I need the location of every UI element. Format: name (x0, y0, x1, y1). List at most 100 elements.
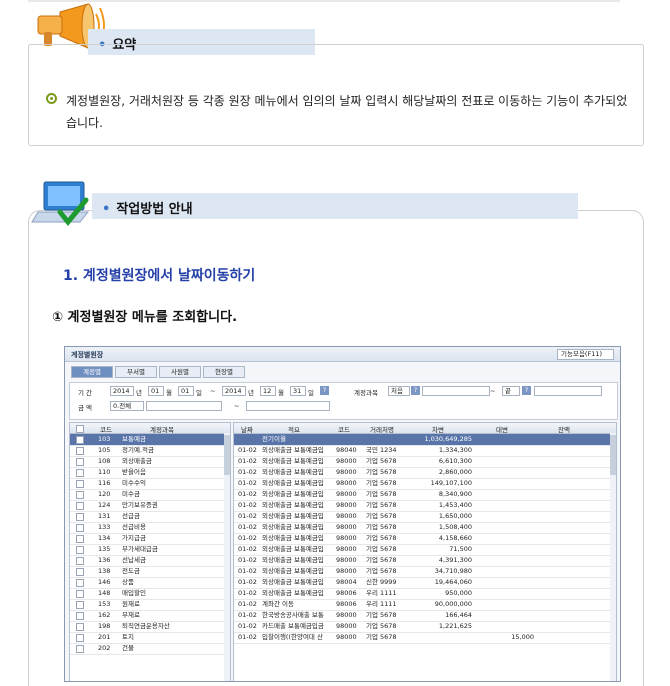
from-day-input[interactable]: 01 (178, 386, 194, 396)
year-unit: 년 (136, 389, 142, 397)
entry-partner: 우리 1111 (366, 589, 397, 597)
ledger-window: 계정별원장 기능모음(F11) 계정별 부서별 사원별 현장별 기 간 2014… (64, 346, 621, 682)
account-code: 120 (98, 490, 111, 498)
entry-partner: 기업 5678 (366, 611, 397, 619)
row-checkbox[interactable] (76, 557, 84, 565)
entry-partner: 기업 5678 (366, 523, 397, 531)
account-code: 148 (98, 589, 111, 597)
ledger-grid: 날짜 적요 코드 거래처명 차변 대변 잔액 전기이월 1,030,649,285… (233, 422, 617, 681)
account-to-input[interactable]: 끝 (502, 386, 520, 396)
entry-memo: 외상매출금 보통예금입 (262, 567, 324, 575)
row-checkbox[interactable] (76, 579, 84, 587)
row-checkbox[interactable] (76, 491, 84, 499)
row-checkbox[interactable] (76, 436, 84, 444)
account-name: 부재료 (122, 611, 140, 619)
row-checkbox[interactable] (76, 568, 84, 576)
account-to-help-icon[interactable]: ? (522, 386, 531, 395)
entry-code: 98004 (336, 578, 357, 586)
entry-memo: 외상매출금 보통예금입 (262, 545, 324, 553)
ledger-grid-scrollbar[interactable] (610, 433, 616, 681)
entry-memo: 입찰이행((한양여대 산 (262, 633, 323, 641)
tab-employee[interactable]: 사원별 (159, 366, 201, 378)
step-heading: 1. 계정별원장에서 날짜이동하기 (63, 268, 256, 284)
entry-debit: 4,158,660 (438, 534, 472, 542)
row-checkbox[interactable] (76, 590, 84, 598)
tab-site[interactable]: 현장별 (203, 366, 245, 378)
entry-partner: 기업 5678 (366, 633, 397, 641)
entry-code: 98000 (336, 501, 357, 509)
account-from-input[interactable]: 처음 (388, 386, 410, 396)
row-checkbox[interactable] (76, 601, 84, 609)
tab-department[interactable]: 부서별 (115, 366, 157, 378)
ledger-grid-header: 날짜 적요 코드 거래처명 차변 대변 잔액 (234, 423, 616, 434)
account-name: 선급금 (122, 512, 140, 520)
account-code: 202 (98, 644, 111, 652)
account-name: 가지급금 (122, 534, 146, 542)
header-account: 계정과목 (150, 426, 174, 434)
entry-debit: 4,391,300 (438, 556, 472, 564)
entry-debit: 6,610,300 (438, 457, 472, 465)
account-code: 198 (98, 622, 111, 630)
entry-debit: 2,860,000 (438, 468, 472, 476)
row-checkbox[interactable] (76, 480, 84, 488)
range-tilde: ~ (490, 387, 496, 395)
entry-date: 01-02 (238, 446, 257, 454)
amount-from-input[interactable] (146, 401, 222, 411)
account-row[interactable]: 202 건물 (70, 643, 230, 655)
from-month-input[interactable]: 01 (148, 386, 164, 396)
from-year-input[interactable]: 2014 (110, 386, 134, 396)
amount-select[interactable]: 0.전체 (110, 401, 144, 411)
guide-title: 작업방법 안내 (116, 202, 193, 217)
entry-date: 01-02 (238, 468, 257, 476)
entry-partner: 기업 5678 (366, 534, 397, 542)
header-debit: 차변 (432, 426, 444, 434)
entry-date: 01-02 (238, 611, 257, 619)
entry-code: 98000 (336, 523, 357, 531)
ledger-row[interactable]: 01-02 입찰이행((한양여대 산 98000 기업 5678 15,000 (234, 632, 616, 644)
entry-date: 01-02 (238, 490, 257, 498)
account-name: 미수수익 (122, 479, 146, 487)
to-year-input[interactable]: 2014 (222, 386, 246, 396)
to-day-input[interactable]: 31 (290, 386, 306, 396)
account-list-scrollbar[interactable] (224, 433, 230, 681)
row-checkbox[interactable] (76, 469, 84, 477)
row-checkbox[interactable] (76, 612, 84, 620)
tab-account[interactable]: 계정별 (71, 366, 113, 378)
year-unit: 년 (248, 389, 254, 397)
row-checkbox[interactable] (76, 458, 84, 466)
select-all-checkbox[interactable] (76, 425, 84, 433)
calendar-help-icon[interactable]: ? (320, 386, 329, 395)
header-code: 코드 (338, 426, 350, 434)
entry-date: 01-02 (238, 600, 257, 608)
entry-debit: 71,500 (449, 545, 472, 553)
function-menu-button[interactable]: 기능모음(F11) (557, 349, 614, 360)
range-tilde: ~ (234, 402, 240, 410)
account-name: 정기예.적금 (122, 446, 154, 454)
row-checkbox[interactable] (76, 623, 84, 631)
row-checkbox[interactable] (76, 546, 84, 554)
account-code: 201 (98, 633, 111, 641)
entry-partner: 우리 1111 (366, 600, 397, 608)
entry-partner: 기업 5678 (366, 479, 397, 487)
row-checkbox[interactable] (76, 645, 84, 653)
account-name: 매입할인 (122, 589, 146, 597)
to-month-input[interactable]: 12 (260, 386, 276, 396)
account-code: 124 (98, 501, 111, 509)
account-to-name (534, 386, 602, 396)
row-checkbox[interactable] (76, 502, 84, 510)
month-unit: 월 (278, 389, 284, 397)
summary-text: 계정별원장, 거래처원장 등 각종 원장 메뉴에서 임의의 날짜 입력시 해당날… (66, 94, 628, 130)
entry-debit: 1,650,000 (438, 512, 472, 520)
row-checkbox[interactable] (76, 513, 84, 521)
entry-partner: 기업 5678 (366, 512, 397, 520)
amount-to-input[interactable] (246, 401, 330, 411)
entry-credit: 15,000 (511, 633, 534, 641)
row-checkbox[interactable] (76, 524, 84, 532)
entry-partner: 기업 5678 (366, 622, 397, 630)
entry-date: 01-02 (238, 457, 257, 465)
account-from-help-icon[interactable]: ? (411, 386, 420, 395)
account-name: 선납세금 (122, 556, 146, 564)
row-checkbox[interactable] (76, 634, 84, 642)
row-checkbox[interactable] (76, 447, 84, 455)
row-checkbox[interactable] (76, 535, 84, 543)
